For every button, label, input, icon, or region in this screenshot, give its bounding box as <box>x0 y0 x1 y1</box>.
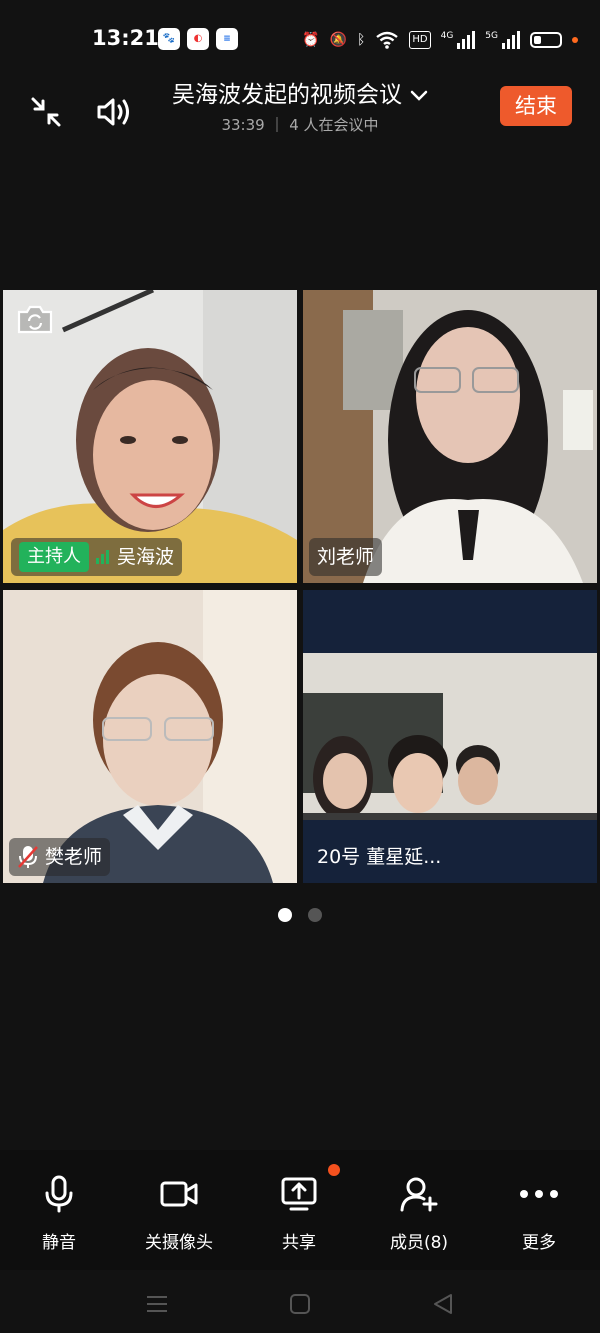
speaker-icon <box>97 98 129 126</box>
system-nav-bar <box>0 1270 600 1333</box>
back-button[interactable] <box>423 1284 463 1324</box>
camera-switch-icon[interactable] <box>15 302 55 336</box>
participant-label: 20号 董星延... <box>309 838 449 876</box>
speaker-button[interactable] <box>92 90 136 134</box>
participant-name: 吴海波 <box>117 546 175 568</box>
mute-button[interactable]: 静音 <box>4 1172 114 1253</box>
mute-label: 静音 <box>42 1233 76 1253</box>
meeting-title[interactable]: 吴海波发起的视频会议 <box>150 80 450 110</box>
camera-label: 关摄像头 <box>145 1233 213 1253</box>
video-tile-3[interactable]: 樊老师 <box>3 590 297 883</box>
home-button[interactable] <box>280 1284 320 1324</box>
members-button[interactable]: 成员(8) <box>364 1172 474 1253</box>
notification-dot <box>328 1164 340 1176</box>
video-camera-icon <box>160 1181 198 1207</box>
participant-label: 刘老师 <box>309 538 383 576</box>
signal-4g-icon: 4G <box>441 31 476 49</box>
screen-share-icon <box>281 1177 317 1211</box>
netdisk-app-icon: ◐ <box>187 28 209 50</box>
battery-icon <box>530 32 562 48</box>
chevron-down-icon <box>410 90 428 101</box>
audio-level-icon <box>96 550 109 564</box>
more-dots-icon <box>520 1190 558 1198</box>
share-label: 共享 <box>282 1233 316 1253</box>
participant-name: 20号 董星延... <box>317 846 442 868</box>
members-label: 成员(8) <box>389 1233 449 1253</box>
meeting-status: 33:39 ｜ 4 人在会议中 <box>221 116 379 134</box>
status-time: 13:21 <box>92 26 159 50</box>
news-app-icon: ≡ <box>216 28 238 50</box>
bluetooth-icon: ᛒ <box>356 32 366 48</box>
back-triangle-icon <box>434 1294 452 1314</box>
microphone-icon <box>45 1175 73 1213</box>
recent-apps-button[interactable] <box>137 1284 177 1324</box>
add-member-icon <box>400 1177 438 1212</box>
meeting-title-text: 吴海波发起的视频会议 <box>172 82 402 108</box>
camera-off-button[interactable]: 关摄像头 <box>124 1172 234 1253</box>
participant-label: 樊老师 <box>9 838 111 876</box>
system-icons: ⏰ 🔕 ᛒ HD 4G 5G <box>302 28 578 52</box>
signal-5g-label: 5G <box>485 31 498 41</box>
video-tile-host[interactable]: 主持人 吴海波 <box>3 290 297 583</box>
hd-icon: HD <box>409 31 431 49</box>
minimize-icon <box>31 97 61 127</box>
share-button[interactable]: 共享 <box>244 1164 354 1253</box>
alarm-icon: ⏰ <box>302 32 320 48</box>
participant-label: 主持人 吴海波 <box>11 538 183 576</box>
signal-5g-icon: 5G <box>485 31 520 49</box>
battery-level <box>534 36 542 44</box>
signal-4g-label: 4G <box>440 31 454 41</box>
mic-muted-icon <box>18 846 38 868</box>
participant-name: 樊老师 <box>45 846 103 868</box>
meeting-title-area[interactable]: 吴海波发起的视频会议 33:39 ｜ 4 人在会议中 <box>150 80 450 135</box>
more-button[interactable]: 更多 <box>484 1172 594 1253</box>
page-dot-active[interactable] <box>278 908 292 922</box>
video-feed <box>303 653 597 820</box>
host-tag: 主持人 <box>19 542 89 572</box>
wifi-icon <box>376 31 399 49</box>
video-tile-4[interactable]: 20号 董星延... <box>303 590 597 883</box>
meeting-header: 吴海波发起的视频会议 33:39 ｜ 4 人在会议中 结束 <box>0 80 600 140</box>
baidu-app-icon: 🐾 <box>158 28 180 50</box>
end-meeting-button[interactable]: 结束 <box>500 86 572 126</box>
menu-icon <box>147 1296 167 1312</box>
minimize-button[interactable] <box>24 90 68 134</box>
page-indicator <box>0 908 600 922</box>
mute-icon: 🔕 <box>329 32 347 48</box>
participant-name: 刘老师 <box>317 546 375 568</box>
meeting-toolbar: 静音 关摄像头 共享 成员(8) 更多 <box>0 1150 600 1270</box>
charging-dot <box>572 37 578 43</box>
status-bar: 13:21 🐾 ◐ ≡ ⏰ 🔕 ᛒ HD 4G 5G <box>0 0 600 80</box>
home-square-icon <box>290 1294 310 1314</box>
more-label: 更多 <box>522 1233 556 1253</box>
video-tile-2[interactable]: 刘老师 <box>303 290 597 583</box>
page-dot[interactable] <box>308 908 322 922</box>
